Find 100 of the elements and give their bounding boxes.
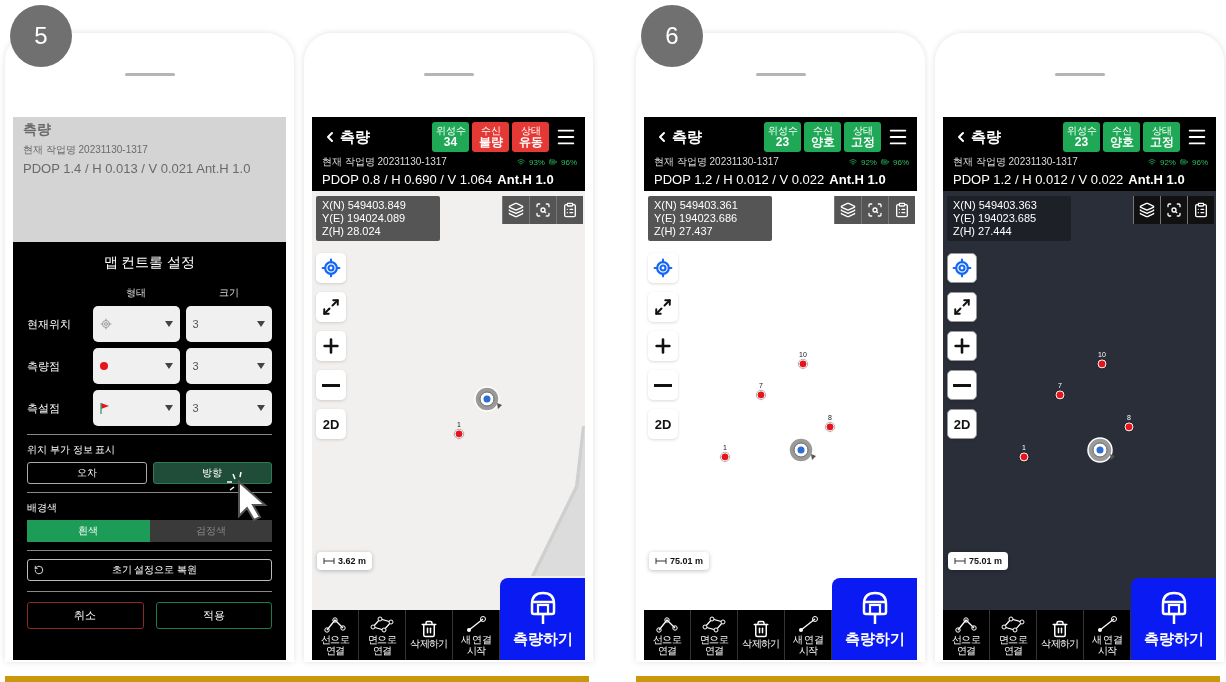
battery-icon — [881, 158, 889, 166]
position-marker — [787, 436, 817, 464]
zoom-in-button[interactable] — [947, 331, 977, 361]
zoom-out-button[interactable] — [316, 370, 346, 400]
status-badge: 수신 불량 — [472, 122, 509, 152]
scale-bar: 75.01 m — [649, 552, 710, 570]
shape-select[interactable] — [93, 348, 180, 384]
locate-button[interactable] — [648, 253, 678, 283]
view-mode-button[interactable]: 2D — [648, 409, 678, 439]
clipboard-icon — [1193, 202, 1209, 218]
signal-icon — [848, 158, 857, 166]
battery-reading: 96% — [893, 157, 909, 167]
precision-readout: PDOP 0.8 / H 0.690 / V 1.064 — [322, 171, 493, 187]
status-badge: 상태 고정 — [844, 122, 881, 152]
polygon-icon — [702, 614, 726, 634]
signal-icon — [516, 158, 525, 166]
clipboard-icon — [562, 202, 578, 218]
zoom-search-button[interactable] — [1160, 196, 1187, 224]
view-mode-button[interactable]: 2D — [316, 409, 346, 439]
list-button[interactable] — [556, 196, 583, 224]
step-number: 5 — [10, 5, 72, 67]
plus-icon — [951, 335, 973, 357]
layers-icon — [840, 202, 856, 218]
size-select[interactable]: 3 — [185, 306, 272, 342]
locate-button[interactable] — [947, 253, 977, 283]
survey-button[interactable]: 측량하기 — [500, 578, 585, 660]
position-marker — [473, 385, 503, 413]
segment-icon — [796, 614, 820, 634]
view-mode-button[interactable]: 2D — [947, 409, 977, 439]
back-button[interactable]: 측량 — [322, 127, 370, 147]
column-header: 형태 — [125, 286, 148, 300]
segment-icon — [1095, 614, 1119, 634]
status-badge: 수신 양호 — [1103, 122, 1140, 152]
zoom-in-button[interactable] — [648, 331, 678, 361]
zoom-out-button[interactable] — [947, 370, 977, 400]
row-label: 측량점 — [27, 358, 61, 374]
layers-button[interactable] — [502, 196, 529, 224]
size-select[interactable]: 3 — [185, 348, 272, 384]
segment-button[interactable]: 흰색 — [27, 520, 150, 542]
layers-button[interactable] — [1133, 196, 1160, 224]
scale-icon — [323, 558, 335, 564]
zoom-search-button[interactable] — [529, 196, 556, 224]
battery-icon — [1180, 158, 1188, 166]
trash-icon — [1051, 620, 1069, 639]
step-number: 6 — [641, 5, 703, 67]
apply-button[interactable]: 적용 — [155, 602, 272, 629]
coordinate-readout: X(N) 549403.849 Y(E) 194024.089 Z(H) 28.024 — [316, 196, 440, 241]
shape-select[interactable] — [93, 390, 180, 426]
magnifier-icon — [535, 202, 551, 218]
tool-button[interactable]: 면으로 연결 — [990, 610, 1037, 660]
expand-button[interactable] — [316, 292, 346, 322]
work-name: 현재 작업명 20231130-1317 — [654, 155, 779, 169]
tool-button[interactable]: 선으로 연결 — [312, 610, 359, 660]
precision-readout: PDOP 1.2 / H 0.012 / V 0.022 — [654, 171, 825, 187]
zoom-out-button[interactable] — [648, 370, 678, 400]
expand-button[interactable] — [947, 292, 977, 322]
expand-icon — [953, 298, 971, 316]
section-label: 위치 부가 정보 표시 — [27, 443, 117, 457]
zoom-in-button[interactable] — [316, 331, 346, 361]
signal-reading: 92% — [1159, 157, 1176, 167]
list-button[interactable] — [888, 196, 915, 224]
row-label: 현재위치 — [27, 316, 72, 332]
layers-button[interactable] — [834, 196, 861, 224]
expand-button[interactable] — [648, 292, 678, 322]
survey-button[interactable]: 측량하기 — [832, 578, 917, 660]
antenna-height: Ant.H 1.0 — [497, 171, 554, 187]
coordinate-readout: X(N) 549403.361 Y(E) 194023.686 Z(H) 27.437 — [648, 196, 772, 241]
dialog-title: 맵 컨트롤 설정 — [102, 254, 197, 272]
tool-button[interactable]: 삭제하기 — [1037, 610, 1084, 660]
crosshair-icon — [321, 258, 341, 278]
crosshair-icon — [100, 318, 112, 330]
back-button[interactable]: 측량 — [953, 127, 1001, 147]
back-button[interactable]: 측량 — [654, 127, 702, 147]
polyline-icon — [655, 614, 679, 634]
expand-icon — [654, 298, 672, 316]
zoom-search-button[interactable] — [861, 196, 888, 224]
scale-icon — [954, 558, 966, 564]
reset-icon — [34, 565, 44, 575]
option-button[interactable]: 오차 — [27, 462, 147, 484]
screen-title: 측량 — [23, 121, 52, 139]
trash-icon — [752, 620, 770, 639]
size-select[interactable]: 3 — [185, 390, 272, 426]
survey-button[interactable]: 측량하기 — [1131, 578, 1216, 660]
tool-button[interactable]: 선으로 연결 — [644, 610, 691, 660]
tool-button[interactable]: 면으로 연결 — [691, 610, 738, 660]
expand-icon — [322, 298, 340, 316]
cancel-button[interactable]: 취소 — [27, 602, 144, 629]
option-button[interactable]: 방향 — [152, 462, 272, 484]
tool-button[interactable]: 삭제하기 — [406, 610, 453, 660]
list-button[interactable] — [1187, 196, 1214, 224]
signal-reading: 92% — [860, 157, 877, 167]
magnifier-icon — [867, 202, 883, 218]
locate-button[interactable] — [316, 253, 346, 283]
polyline-icon — [323, 614, 347, 634]
tool-button[interactable]: 선으로 연결 — [943, 610, 990, 660]
tool-button[interactable]: 면으로 연결 — [359, 610, 406, 660]
reset-button[interactable]: 초기 설정으로 복원 — [27, 559, 272, 581]
tool-button[interactable]: 삭제하기 — [738, 610, 785, 660]
status-badge: 상태 고정 — [1143, 122, 1180, 152]
flag-icon — [100, 402, 110, 414]
